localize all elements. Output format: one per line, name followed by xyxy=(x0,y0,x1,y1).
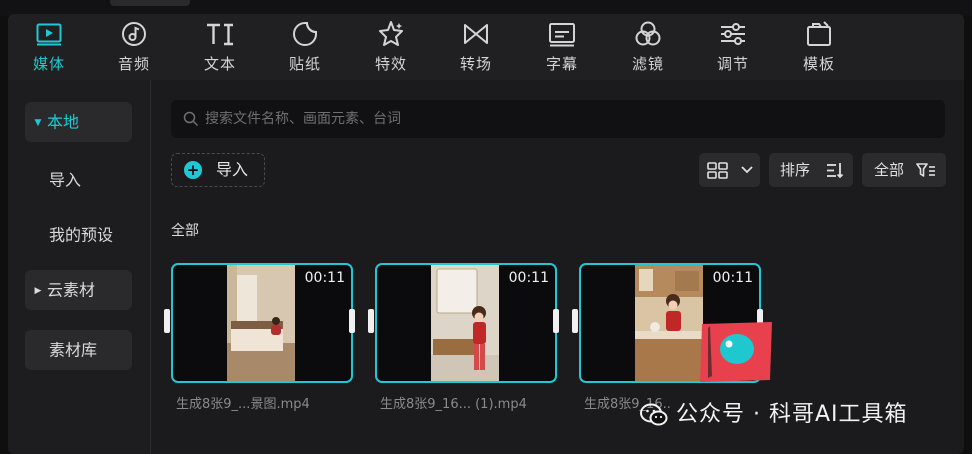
trim-handle-left[interactable] xyxy=(164,309,170,333)
toolbar-adjust[interactable]: 调节 xyxy=(703,20,763,78)
text-ti-icon xyxy=(207,23,233,46)
sidebar-item-my-presets[interactable]: 我的预设 xyxy=(25,215,132,255)
toolbar-filter[interactable]: 滤镜 xyxy=(618,20,678,78)
bathroom-scene-image xyxy=(431,265,499,381)
toolbar-filter-label: 滤镜 xyxy=(631,55,664,73)
transition-bowtie-icon xyxy=(464,24,488,44)
audio-note-icon xyxy=(122,22,146,46)
toolbar-sticker[interactable]: 贴纸 xyxy=(275,20,335,78)
toolbar-subtitle[interactable]: 字幕 xyxy=(532,20,592,78)
media-card[interactable]: 00:11 生成8张9_...景图.mp4 xyxy=(164,263,355,412)
toolbar-adjust-label: 调节 xyxy=(716,55,749,73)
grid-view-icon xyxy=(707,162,728,179)
adjust-sliders-icon xyxy=(721,23,745,45)
toolbar-template[interactable]: 模板 xyxy=(789,20,849,78)
sort-icon xyxy=(827,163,844,179)
duration-label: 00:11 xyxy=(508,270,549,286)
toolbar-subtitle-label: 字幕 xyxy=(545,55,578,73)
search-icon xyxy=(183,111,199,127)
watermark: 公众号 · 科哥AI工具箱 xyxy=(640,396,908,428)
sidebar-item-label: 素材库 xyxy=(49,340,98,360)
search-input[interactable]: 搜索文件名称、画面元素、台词 xyxy=(171,100,945,138)
template-icon xyxy=(807,21,831,46)
bedroom-scene-image xyxy=(227,265,295,381)
toolbar-transition[interactable]: 转场 xyxy=(446,20,506,78)
caret-down-icon: ▼ xyxy=(34,117,42,128)
toolbar-media-label: 媒体 xyxy=(32,55,65,73)
search-placeholder: 搜索文件名称、画面元素、台词 xyxy=(205,111,401,127)
toolbar-audio-label: 音频 xyxy=(117,55,150,73)
trim-handle-left[interactable] xyxy=(368,309,374,333)
media-filename: 生成8张9_16... (1).mp4 xyxy=(380,397,527,412)
sidebar-item-import[interactable]: 导入 xyxy=(25,160,132,200)
sidebar-item-library[interactable]: 素材库 xyxy=(25,330,132,370)
sidebar-item-label: 云素材 xyxy=(47,280,96,300)
import-button[interactable]: + 导入 xyxy=(171,153,265,187)
filter-circles-icon xyxy=(635,21,661,46)
category-toolbar: 媒体 音频 文本 贴纸 特效 转场 字幕 滤镜 调节 模板 xyxy=(8,14,964,80)
window-tab-indicator xyxy=(110,0,190,6)
media-thumbnail[interactable]: 00:11 xyxy=(171,263,353,383)
sticker-icon xyxy=(293,22,317,46)
sort-button-label: 排序 xyxy=(780,161,811,179)
view-toggle-button[interactable] xyxy=(699,153,760,187)
sidebar-item-local[interactable]: ▼ 本地 xyxy=(25,102,132,142)
duration-label: 00:11 xyxy=(304,270,345,286)
sidebar-item-cloud[interactable]: ▶ 云素材 xyxy=(25,270,132,310)
watermark-text: 公众号 · 科哥AI工具箱 xyxy=(676,402,908,427)
duration-label: 00:11 xyxy=(712,270,753,286)
pink-sticker-overlay xyxy=(700,322,772,382)
trim-handle-right[interactable] xyxy=(553,309,559,333)
toolbar-effects-label: 特效 xyxy=(374,55,407,73)
section-label-all: 全部 xyxy=(171,223,199,239)
effects-star-icon xyxy=(379,21,403,46)
plus-icon: + xyxy=(184,161,202,179)
sidebar-item-label: 本地 xyxy=(47,112,80,132)
toolbar-media[interactable]: 媒体 xyxy=(19,20,79,78)
caret-right-icon: ▶ xyxy=(34,285,42,296)
media-filename: 生成8张9_...景图.mp4 xyxy=(176,397,310,412)
toolbar-effects[interactable]: 特效 xyxy=(361,20,421,78)
wechat-icon xyxy=(640,403,668,426)
kitchen-scene-image xyxy=(635,265,703,381)
toolbar-transition-label: 转场 xyxy=(459,55,492,73)
toolbar-sticker-label: 贴纸 xyxy=(288,55,321,73)
toolbar-text[interactable]: 文本 xyxy=(190,20,250,78)
sidebar: ▼ 本地 导入 我的预设 ▶ 云素材 素材库 xyxy=(8,80,151,454)
toolbar-template-label: 模板 xyxy=(802,55,835,73)
media-play-icon xyxy=(36,23,62,46)
filter-funnel-icon xyxy=(916,163,935,177)
media-thumbnail[interactable]: 00:11 xyxy=(375,263,557,383)
toolbar-text-label: 文本 xyxy=(203,55,236,73)
import-button-label: 导入 xyxy=(216,160,249,179)
media-card[interactable]: 00:11 生成8张9_16... (1).mp4 xyxy=(368,263,559,412)
sort-button[interactable]: 排序 xyxy=(769,153,853,187)
sidebar-item-label: 我的预设 xyxy=(49,225,114,245)
subtitle-icon xyxy=(549,23,575,47)
toolbar-audio[interactable]: 音频 xyxy=(104,20,164,78)
trim-handle-right[interactable] xyxy=(349,309,355,333)
sidebar-item-label: 导入 xyxy=(49,170,82,190)
chevron-down-icon xyxy=(741,166,753,174)
trim-handle-left[interactable] xyxy=(572,309,578,333)
media-panel: 媒体 音频 文本 贴纸 特效 转场 字幕 滤镜 调节 模板 ▼ 本地 导入 我的… xyxy=(8,14,964,454)
filter-button[interactable]: 全部 xyxy=(862,153,946,187)
filter-button-label: 全部 xyxy=(874,161,905,179)
